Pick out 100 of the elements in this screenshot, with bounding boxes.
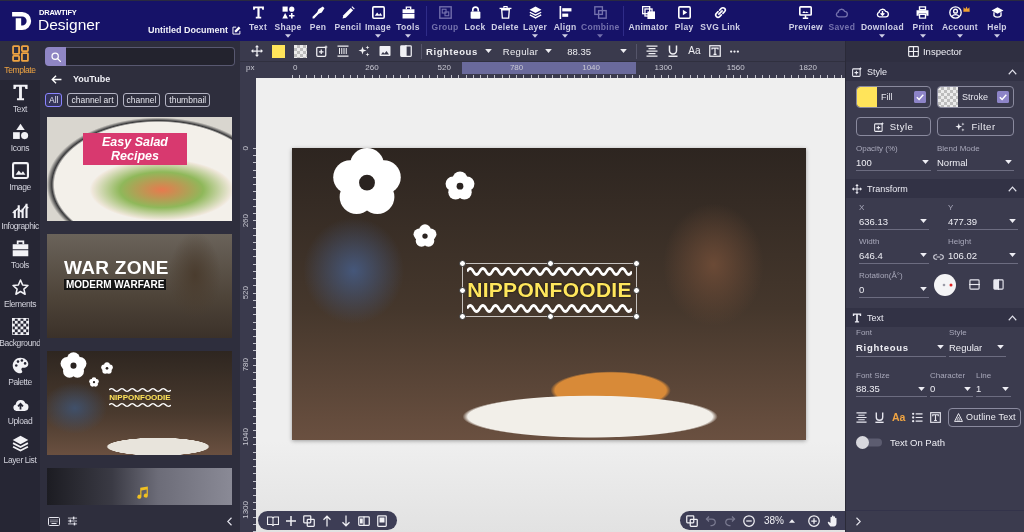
filter-chip[interactable]: channel [122,93,161,107]
filter-chip[interactable]: thumbnail [165,93,211,107]
zoom-out-icon[interactable] [743,514,755,527]
template-thumbnail[interactable]: WAR ZONE MODERM WARFARE [47,234,232,338]
width-field[interactable]: 646.4 [859,247,929,264]
play-button[interactable]: Play [669,1,700,41]
height-field[interactable]: 106.02 [948,247,1018,264]
template-thumbnail[interactable]: Easy Salad Recipes [47,117,232,221]
y-field[interactable]: 477.39 [948,213,1018,230]
open-book-icon[interactable] [267,514,279,527]
section-header[interactable]: Transform [846,179,1024,198]
plus-icon[interactable] [285,514,298,527]
search-button[interactable] [45,47,66,66]
rotation-field[interactable]: 0 [859,281,929,298]
line-height-field[interactable]: 1 [976,381,1011,397]
text-box-icon[interactable] [930,411,942,423]
arrow-up-icon[interactable] [321,514,334,527]
resize-handle[interactable] [547,313,554,320]
color-swatch-icon[interactable] [272,44,285,58]
image-icon[interactable] [379,45,391,57]
template-thumbnail[interactable] [47,468,232,505]
columns-icon[interactable] [357,514,370,527]
search-field[interactable] [66,47,235,66]
sidebar-item[interactable]: Image [0,158,40,197]
move-icon[interactable] [251,45,263,57]
chevron-left-icon[interactable] [227,516,233,526]
section-header[interactable]: Style [846,62,1024,81]
more-icon[interactable] [730,49,740,53]
checkbox[interactable] [997,91,1009,103]
checkbox[interactable] [914,91,926,103]
bars-icon[interactable] [337,45,349,57]
text-case-button[interactable]: Aa [688,45,701,57]
align-center-icon[interactable] [856,411,867,423]
flower-icon[interactable] [413,224,437,247]
align-center-icon[interactable] [646,45,659,57]
list-icon[interactable] [912,411,924,423]
delete-button[interactable]: Delete [490,1,520,41]
pencil-tool-button[interactable]: Pencil [333,1,363,41]
font-dropdown[interactable]: Righteous [426,45,492,57]
resize-handle[interactable] [547,260,554,267]
align-button[interactable]: Align [550,1,580,41]
document-title[interactable]: Untitled Document [148,25,228,36]
underline-icon[interactable] [667,45,680,57]
link-icon[interactable] [933,254,944,260]
fill-toggle[interactable]: Fill [856,86,931,108]
toggle-switch[interactable] [856,436,884,449]
pen-tool-button[interactable]: Pen [303,1,333,41]
font-style-dropdown[interactable]: Regular [502,45,553,57]
resize-handle[interactable] [633,287,640,294]
square-plus-icon[interactable] [316,45,328,57]
zoom-in-icon[interactable] [808,514,820,527]
arrow-down-icon[interactable] [339,514,352,527]
sliders-icon[interactable] [67,516,78,526]
opacity-dropdown[interactable]: 100 [856,154,931,171]
account-button[interactable]: Account [940,1,979,41]
shape-tool-button[interactable]: Shape [273,1,303,41]
edit-icon[interactable] [232,26,241,35]
blend-mode-dropdown[interactable]: Normal [937,154,1014,171]
keyboard-icon[interactable] [48,516,60,526]
template-thumbnail[interactable]: NIPPONFOODIE [47,351,232,455]
text-tool-button[interactable]: Text [243,1,273,41]
underline-icon[interactable] [874,411,885,423]
tools-button[interactable]: Tools [393,1,423,41]
animator-button[interactable]: Animator [627,1,670,41]
filter-button[interactable]: Filter [937,117,1014,136]
help-button[interactable]: Help [982,1,1012,41]
copy-icon[interactable] [303,514,316,527]
text-case-button[interactable]: Aa [892,411,906,423]
sidebar-item[interactable]: Template [0,41,40,80]
layer-button[interactable]: Layer [520,1,550,41]
font-size-field[interactable]: 88.35 [856,381,927,397]
text-box-icon[interactable] [709,45,722,57]
sidebar-item[interactable]: Palette [0,353,40,392]
zoom-level-button[interactable]: 38% [764,515,795,526]
image-tool-button[interactable]: Image [363,1,393,41]
stroke-toggle[interactable]: Stroke [937,86,1014,108]
sidebar-item[interactable]: Layer List [0,431,40,470]
font-size-dropdown[interactable]: 88.35 [567,45,628,57]
resize-handle[interactable] [459,287,466,294]
copy-icon[interactable] [686,514,698,527]
section-header[interactable]: Text [846,308,1024,327]
preview-button[interactable]: Preview [787,1,824,41]
checkerboard-swatch-icon[interactable] [294,44,307,58]
chevron-right-icon[interactable] [855,517,861,526]
sparkle-icon[interactable] [358,45,370,57]
sidebar-item[interactable]: Icons [0,119,40,158]
chevron-up-icon[interactable] [1008,314,1017,321]
sidebar-item[interactable]: Tools [0,236,40,275]
sidebar-item[interactable]: Background [0,314,40,353]
font-style-dropdown[interactable]: Regular [949,338,1006,357]
flip-horizontal-icon[interactable] [993,279,1004,290]
print-button[interactable]: Print [907,1,938,41]
selection-frame[interactable]: NIPPONFOODIE [462,263,637,317]
flip-vertical-icon[interactable] [969,279,980,290]
hand-icon[interactable] [827,514,839,527]
sidebar-item[interactable]: Text [0,80,40,119]
resize-handle[interactable] [459,260,466,267]
rotation-knob[interactable] [934,273,956,296]
resize-handle[interactable] [459,313,466,320]
page-icon[interactable] [375,514,388,527]
